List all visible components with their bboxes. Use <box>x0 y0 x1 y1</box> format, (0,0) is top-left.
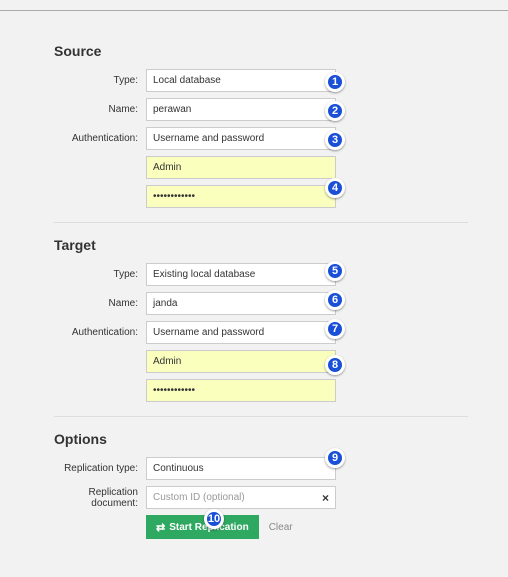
source-name-value: perawan <box>153 104 191 115</box>
target-username-value: Admin <box>153 356 181 367</box>
target-auth-select[interactable]: Username and password <box>146 321 336 344</box>
source-username-input[interactable]: Admin <box>146 156 336 179</box>
target-type-value: Existing local database <box>153 269 255 280</box>
callout-7: 7 <box>325 319 345 339</box>
source-type-label: Type: <box>54 75 146 86</box>
target-username-input[interactable]: Admin <box>146 350 336 373</box>
target-password-value: •••••••••••• <box>153 385 195 396</box>
source-type-select[interactable]: Local database <box>146 69 336 92</box>
callout-9: 9 <box>325 448 345 468</box>
source-auth-select[interactable]: Username and password <box>146 127 336 150</box>
source-password-input[interactable]: •••••••••••• <box>146 185 336 208</box>
target-type-select[interactable]: Existing local database <box>146 263 336 286</box>
target-auth-value: Username and password <box>153 327 264 338</box>
target-name-label: Name: <box>54 298 146 309</box>
source-type-value: Local database <box>153 75 221 86</box>
replication-type-label: Replication type: <box>54 463 146 474</box>
callout-4: 4 <box>325 178 345 198</box>
replication-doc-label: Replication document: <box>54 487 146 509</box>
source-password-value: •••••••••••• <box>153 191 195 202</box>
target-name-input[interactable]: janda <box>146 292 336 315</box>
source-auth-value: Username and password <box>153 133 264 144</box>
target-heading: Target <box>54 237 468 253</box>
start-replication-button[interactable]: ⇄ Start Replication <box>146 515 259 539</box>
target-type-label: Type: <box>54 269 146 280</box>
target-auth-label: Authentication: <box>54 327 146 338</box>
callout-2: 2 <box>325 101 345 121</box>
replication-doc-input[interactable]: Custom ID (optional) × <box>146 486 336 509</box>
source-name-input[interactable]: perawan <box>146 98 336 121</box>
source-heading: Source <box>54 43 468 59</box>
clear-input-icon[interactable]: × <box>322 491 329 505</box>
callout-3: 3 <box>325 130 345 150</box>
replication-doc-placeholder: Custom ID (optional) <box>153 492 245 503</box>
callout-6: 6 <box>325 290 345 310</box>
divider <box>54 416 468 417</box>
sync-icon: ⇄ <box>156 521 165 534</box>
options-heading: Options <box>54 431 468 447</box>
source-auth-label: Authentication: <box>54 133 146 144</box>
clear-link[interactable]: Clear <box>269 522 293 533</box>
target-name-value: janda <box>153 298 177 309</box>
replication-type-value: Continuous <box>153 463 204 474</box>
source-name-label: Name: <box>54 104 146 115</box>
divider <box>54 222 468 223</box>
callout-5: 5 <box>325 261 345 281</box>
target-password-input[interactable]: •••••••••••• <box>146 379 336 402</box>
callout-10: 10 <box>204 509 224 529</box>
callout-1: 1 <box>325 72 345 92</box>
source-username-value: Admin <box>153 162 181 173</box>
replication-type-select[interactable]: Continuous <box>146 457 336 480</box>
callout-8: 8 <box>325 355 345 375</box>
